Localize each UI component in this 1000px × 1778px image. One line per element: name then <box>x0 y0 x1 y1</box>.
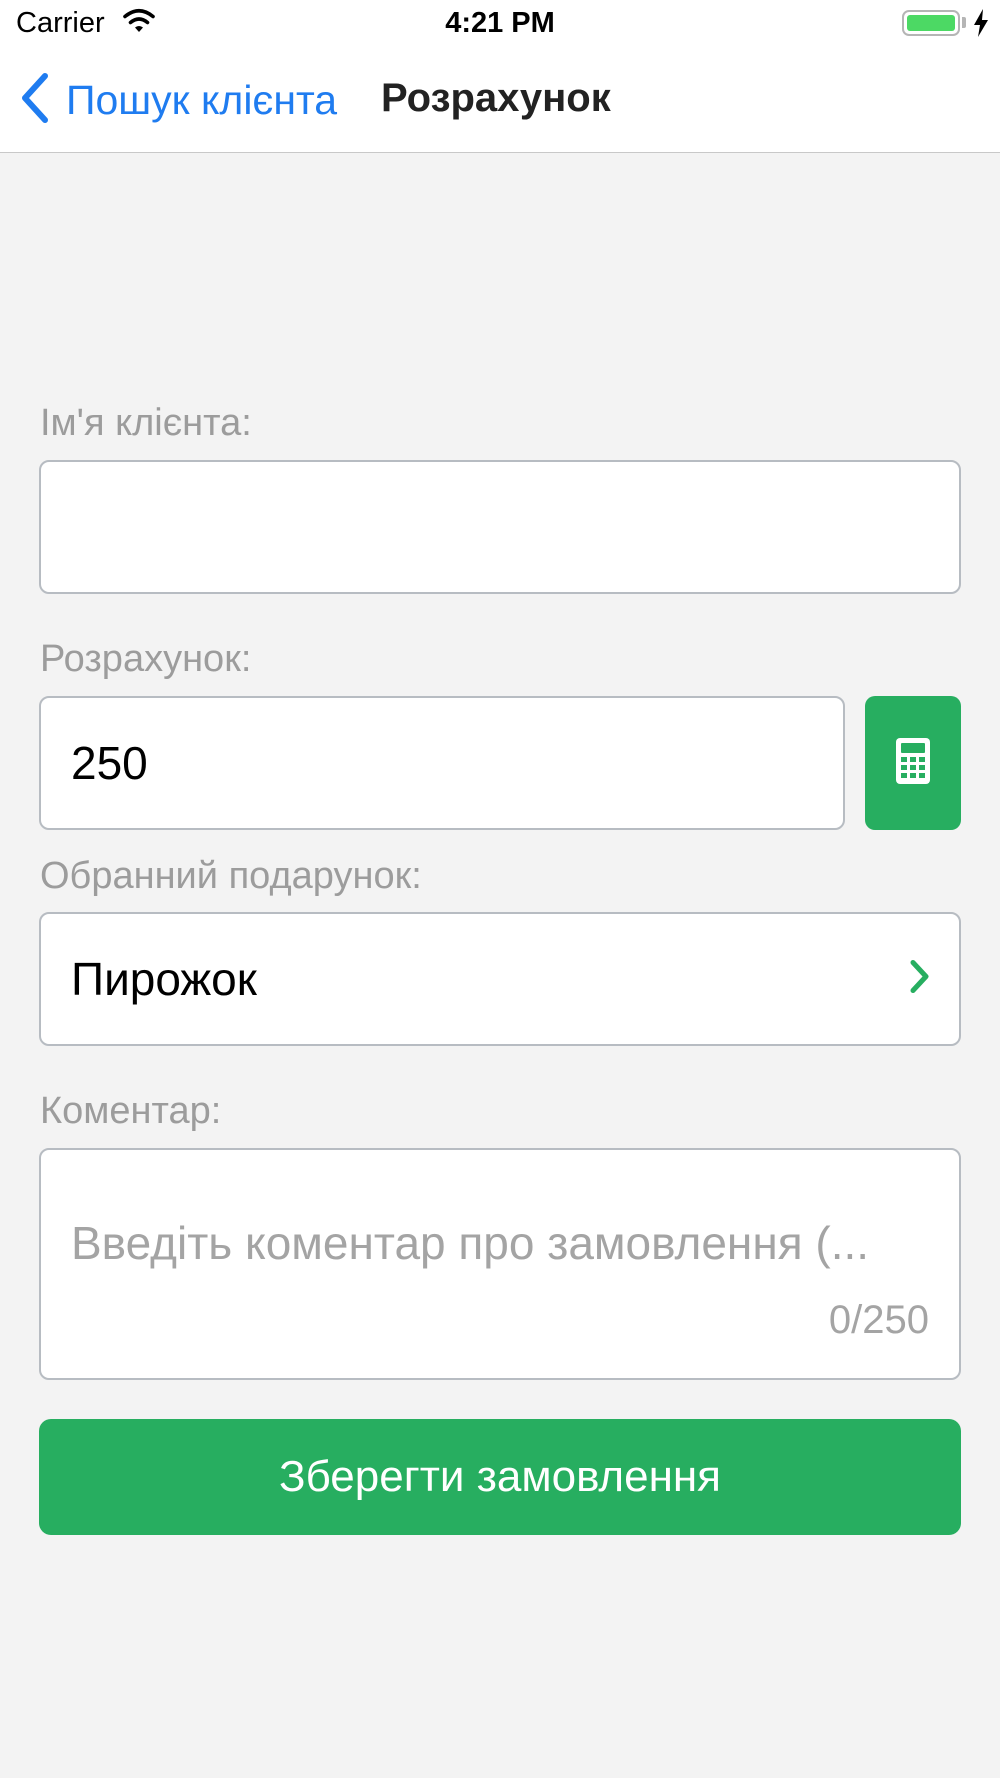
back-label: Пошук клієнта <box>66 76 338 123</box>
gift-selector[interactable]: Пирожок <box>39 912 961 1046</box>
comment-field[interactable]: Введіть коментар про замовлення (... 0/2… <box>39 1148 961 1380</box>
charging-bolt-icon <box>972 8 990 43</box>
comment-label: Коментар: <box>40 1090 222 1132</box>
battery-icon <box>902 10 960 36</box>
comment-placeholder: Введіть коментар про замовлення (... <box>71 1217 870 1269</box>
client-name-label: Ім'я клієнта: <box>40 402 252 444</box>
status-time: 4:21 PM <box>445 7 555 39</box>
back-button[interactable]: Пошук клієнта <box>20 72 337 128</box>
battery-level <box>907 15 955 31</box>
amount-input[interactable] <box>41 698 843 828</box>
gift-label: Обранний подарунок: <box>40 855 422 897</box>
navigation-header: Carrier 4:21 PM Пошук клієнта Розрахунок <box>0 0 1000 153</box>
amount-label: Розрахунок: <box>40 638 252 680</box>
page-title: Розрахунок <box>381 76 611 120</box>
save-order-button[interactable]: Зберегти замовлення <box>39 1419 961 1535</box>
chevron-right-icon <box>909 959 931 1000</box>
amount-field-box <box>39 696 845 830</box>
calculator-button[interactable] <box>865 696 961 830</box>
comment-char-counter: 0/250 <box>828 1298 929 1342</box>
client-name-input[interactable] <box>41 462 959 592</box>
save-order-label: Зберегти замовлення <box>279 1452 721 1501</box>
client-name-field-box <box>39 460 961 594</box>
gift-value: Пирожок <box>71 953 257 1005</box>
calculator-icon <box>896 737 930 789</box>
battery-tip <box>962 17 966 28</box>
chevron-left-icon <box>20 72 50 129</box>
